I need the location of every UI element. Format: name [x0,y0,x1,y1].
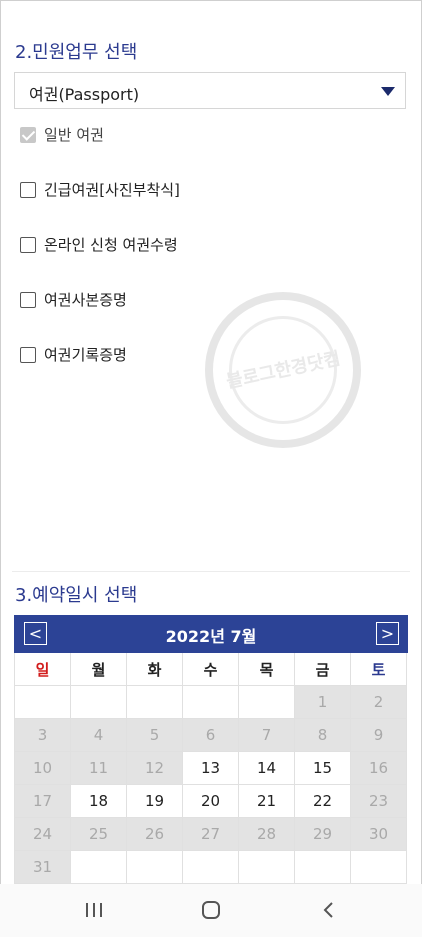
next-month-button[interactable]: > [376,622,399,645]
calendar-day: 27 [183,818,239,851]
calendar-week-row: 10 11 12 13 14 15 16 [15,752,409,785]
weekday-mon: 월 [71,653,127,686]
option-label: 일반 여권 [44,126,104,144]
calendar-empty-cell [127,686,183,719]
calendar-day: 30 [351,818,407,851]
calendar-day: 2 [351,686,407,719]
calendar-day: 23 [351,785,407,818]
weekday-sun: 일 [15,653,71,686]
calendar-day: 9 [351,719,407,752]
calendar-day: 17 [15,785,71,818]
checkbox[interactable] [20,236,36,253]
calendar-day: 8 [295,719,351,752]
calendar-day[interactable]: 22 [295,785,351,818]
option-passport-record-cert[interactable]: 여권기록증명 [20,344,127,365]
calendar-day[interactable]: 18 [71,785,127,818]
weekday-header-row: 일 월 화 수 목 금 토 [15,653,409,686]
calendar-empty-cell [127,851,183,884]
calendar-empty-cell [183,851,239,884]
calendar-day: 12 [127,752,183,785]
calendar-week-row: 3456789 [15,719,409,752]
back-icon[interactable] [317,900,341,920]
calendar-week-row: 31 [15,851,409,884]
calendar-day: 28 [239,818,295,851]
checkbox[interactable] [20,181,36,198]
option-label: 온라인 신청 여권수령 [44,236,178,254]
weekday-tue: 화 [127,653,183,686]
calendar-day[interactable]: 14 [239,752,295,785]
calendar-grid: 일 월 화 수 목 금 토 1 2 3 4 5 6 7 8 9 10 11 12 13 14 15 16 17 1… [14,653,409,884]
recent-apps-icon[interactable] [82,900,106,920]
option-passport-copy-cert[interactable]: 여권사본증명 [20,289,127,310]
weekday-wed: 수 [183,653,239,686]
calendar-empty-cell [71,851,127,884]
calendar-day: 26 [127,818,183,851]
weekday-sat: 토 [351,653,407,686]
calendar-day[interactable]: 20 [183,785,239,818]
section-divider [12,571,410,572]
calendar-day: 24 [15,818,71,851]
calendar-day: 1 [295,686,351,719]
calendar-week-row: 17 18 19 20 21 22 23 [15,785,409,818]
calendar-empty-cell [71,686,127,719]
calendar-day[interactable]: 19 [127,785,183,818]
service-select-value: 여권(Passport) [29,85,140,104]
calendar-empty-cell [239,851,295,884]
calendar-week-row: 12 [15,686,409,719]
calendar-day: 10 [15,752,71,785]
option-online-pickup[interactable]: 온라인 신청 여권수령 [20,234,178,255]
calendar-day: 11 [71,752,127,785]
service-select[interactable]: 여권(Passport) [14,72,406,109]
option-label: 여권기록증명 [44,346,127,364]
calendar-day: 31 [15,851,71,884]
calendar-day[interactable]: 21 [239,785,295,818]
calendar-day: 4 [71,719,127,752]
calendar-empty-cell [183,686,239,719]
option-emergency-passport[interactable]: 긴급여권[사진부착식] [20,179,180,200]
option-general-passport[interactable]: 일반 여권 [20,124,104,145]
watermark-stamp: 블로그한경닷컴 [205,292,361,448]
calendar-week-row: 24 25 26 27 28 29 30 [15,818,409,851]
calendar-day: 29 [295,818,351,851]
calendar-day: 7 [239,719,295,752]
calendar-day: 25 [71,818,127,851]
weekday-fri: 금 [295,653,351,686]
system-navbar [0,884,422,937]
calendar-header: < 2022년 7월 > [14,615,408,653]
section-title-datetime: 3.예약일시 선택 [15,585,138,606]
option-label: 긴급여권[사진부착식] [44,181,180,199]
weekday-thu: 목 [239,653,295,686]
calendar-day: 5 [127,719,183,752]
home-icon[interactable] [199,900,223,920]
calendar-empty-cell [295,851,351,884]
section-title-service: 2.민원업무 선택 [15,42,138,63]
calendar-empty-cell [15,686,71,719]
calendar-day[interactable]: 13 [183,752,239,785]
checkbox[interactable] [20,126,36,143]
dropdown-arrow-icon [381,87,395,96]
calendar-day: 16 [351,752,407,785]
option-label: 여권사본증명 [44,291,127,309]
calendar-month-label: 2022년 7월 [165,627,257,646]
calendar-empty-cell [239,686,295,719]
checkbox[interactable] [20,346,36,363]
calendar-empty-cell [351,851,407,884]
calendar-day: 3 [15,719,71,752]
calendar-day: 6 [183,719,239,752]
checkbox[interactable] [20,291,36,308]
calendar-day[interactable]: 15 [295,752,351,785]
